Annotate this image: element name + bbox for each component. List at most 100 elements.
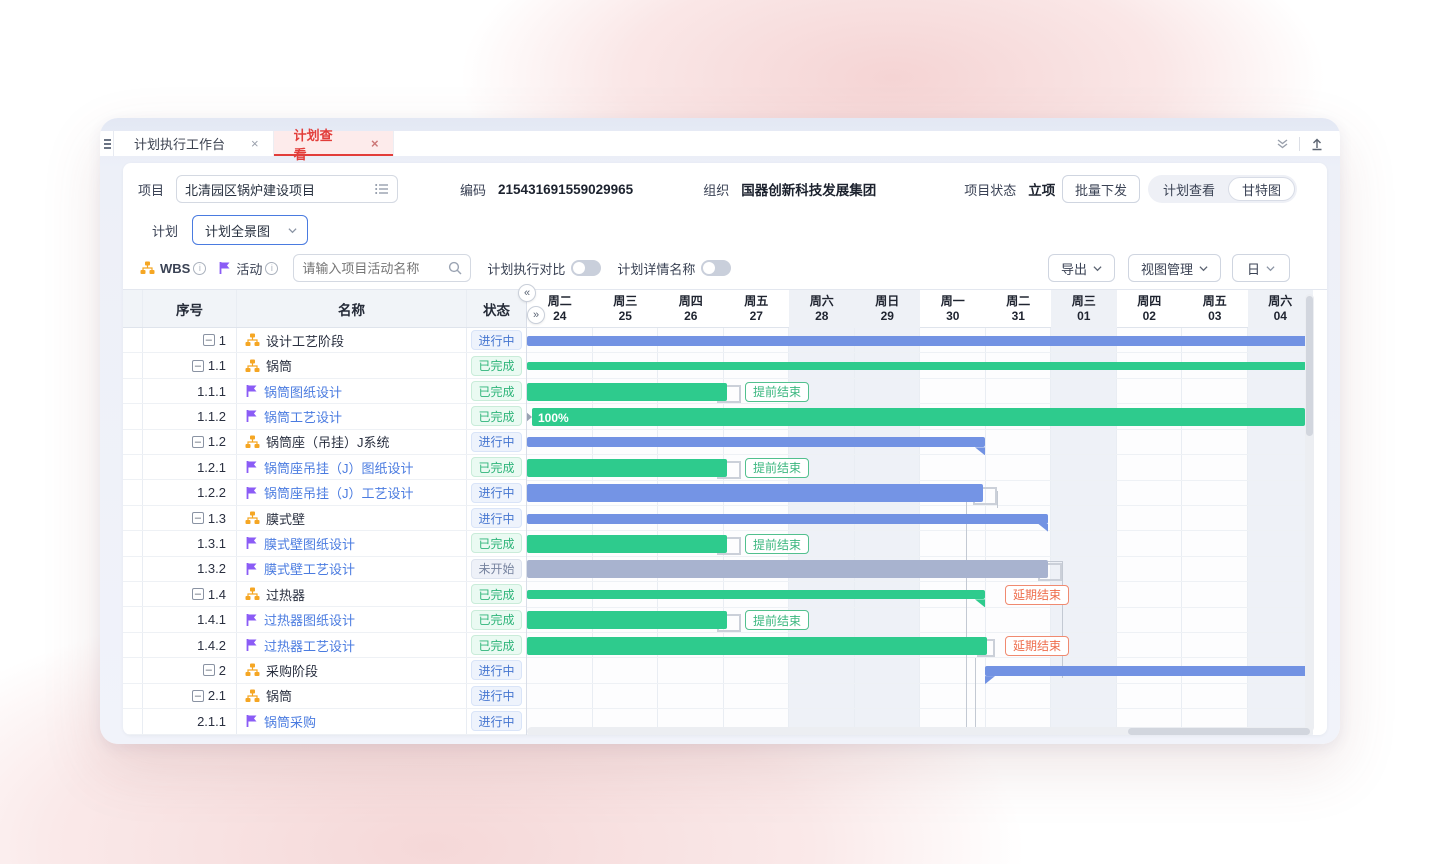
- compare-toggle-label: 计划执行对比: [487, 259, 565, 278]
- status-badge: 已完成: [471, 635, 521, 655]
- gantt-bar[interactable]: [527, 362, 1306, 370]
- table-row[interactable]: –1.4过热器已完成: [123, 582, 526, 607]
- info-icon[interactable]: i: [265, 262, 278, 275]
- collapse-toggle-icon[interactable]: –: [192, 512, 204, 524]
- row-name[interactable]: 锅筒座（吊挂）J系统: [266, 432, 390, 451]
- table-row[interactable]: 1.1.2锅筒工艺设计已完成: [123, 404, 526, 429]
- row-name[interactable]: 膜式壁图纸设计: [264, 534, 355, 553]
- status-badge: 已完成: [471, 610, 521, 630]
- view-switch-plan-view[interactable]: 计划查看: [1150, 177, 1228, 201]
- table-row[interactable]: 1.3.2膜式壁工艺设计未开始: [123, 557, 526, 582]
- gantt-bar[interactable]: [527, 535, 727, 553]
- gantt-bar[interactable]: [527, 383, 727, 401]
- row-name[interactable]: 过热器: [266, 585, 305, 604]
- table-row[interactable]: –1.1锅筒已完成: [123, 353, 526, 378]
- gantt-bar[interactable]: [527, 637, 987, 655]
- chevron-double-down-icon[interactable]: [1276, 138, 1289, 150]
- gantt-bar[interactable]: [985, 666, 1313, 676]
- table-row[interactable]: 1.2.2锅筒座吊挂（J）工艺设计进行中: [123, 480, 526, 505]
- gantt-bar[interactable]: [527, 590, 985, 599]
- table-row[interactable]: –2.2锅筒座（吊挂）进行中: [123, 735, 526, 736]
- gantt-bar[interactable]: [527, 611, 727, 629]
- table-row[interactable]: 1.2.1锅筒座吊挂（J）图纸设计已完成: [123, 455, 526, 480]
- row-name[interactable]: 锅筒: [266, 686, 292, 705]
- code-label: 编码: [460, 180, 486, 199]
- dependency-connector: [1062, 561, 1063, 678]
- close-icon[interactable]: ×: [251, 136, 259, 151]
- horizontal-scrollbar-thumb[interactable]: [1128, 728, 1310, 735]
- row-name[interactable]: 锅筒图纸设计: [264, 382, 342, 401]
- table-row[interactable]: –2采购阶段进行中: [123, 658, 526, 683]
- collapse-toggle-icon[interactable]: –: [192, 690, 204, 702]
- table-row[interactable]: –2.1锅筒进行中: [123, 684, 526, 709]
- table-row[interactable]: 2.1.1锅筒采购进行中: [123, 709, 526, 734]
- row-seq: 1.1.2: [197, 409, 226, 424]
- table-row[interactable]: 1.3.1膜式壁图纸设计已完成: [123, 531, 526, 556]
- search-input[interactable]: [302, 261, 448, 276]
- list-select-icon[interactable]: [375, 183, 389, 195]
- gantt-bar[interactable]: 100%: [532, 408, 1305, 426]
- compare-toggle[interactable]: [571, 260, 601, 276]
- gantt-early-finish-badge: 提前结束: [745, 382, 809, 402]
- tab-plan-workbench[interactable]: 计划执行工作台 ×: [114, 131, 274, 156]
- row-gridline: [527, 556, 1313, 557]
- info-icon[interactable]: i: [193, 262, 206, 275]
- expand-right-icon[interactable]: »: [527, 306, 545, 324]
- collapse-toggle-icon[interactable]: –: [203, 664, 215, 676]
- time-scale-button[interactable]: 日: [1232, 254, 1290, 282]
- row-name[interactable]: 锅筒工艺设计: [264, 407, 342, 426]
- search-icon[interactable]: [448, 261, 462, 275]
- horizontal-scrollbar[interactable]: [527, 727, 1313, 735]
- row-name[interactable]: 采购阶段: [266, 661, 318, 680]
- divider: [1299, 137, 1300, 151]
- project-name-input[interactable]: [185, 182, 375, 197]
- row-status-cell: 已完成: [467, 353, 526, 377]
- row-name[interactable]: 设计工艺阶段: [266, 331, 344, 350]
- gantt-bar[interactable]: [527, 336, 1313, 346]
- gantt-bar[interactable]: [527, 484, 983, 502]
- row-name-cell: 锅筒座吊挂（J）工艺设计: [237, 480, 467, 504]
- view-manage-button[interactable]: 视图管理: [1128, 254, 1221, 282]
- gantt-bar[interactable]: [527, 514, 1048, 524]
- collapse-left-icon[interactable]: «: [518, 284, 536, 302]
- export-button[interactable]: 导出: [1048, 254, 1115, 282]
- plan-select[interactable]: 计划全景图: [192, 215, 308, 245]
- close-icon[interactable]: ×: [371, 136, 379, 151]
- collapse-toggle-icon[interactable]: –: [192, 360, 204, 372]
- row-name[interactable]: 过热器工艺设计: [264, 636, 355, 655]
- activity-icon: [245, 460, 258, 474]
- gantt-bar[interactable]: [527, 437, 985, 447]
- row-name[interactable]: 过热器图纸设计: [264, 610, 355, 629]
- table-row[interactable]: –1设计工艺阶段进行中: [123, 328, 526, 353]
- row-name[interactable]: 膜式壁: [266, 509, 305, 528]
- collapse-toggle-icon[interactable]: –: [192, 588, 204, 600]
- table-row[interactable]: –1.3膜式壁进行中: [123, 506, 526, 531]
- row-name[interactable]: 锅筒座吊挂（J）工艺设计: [264, 483, 414, 502]
- row-name[interactable]: 锅筒座吊挂（J）图纸设计: [264, 458, 414, 477]
- vertical-scrollbar[interactable]: [1305, 294, 1314, 732]
- vertical-scrollbar-thumb[interactable]: [1306, 296, 1313, 436]
- table-row[interactable]: 1.4.2过热器工艺设计已完成: [123, 633, 526, 658]
- gantt-bar[interactable]: [527, 459, 727, 477]
- gantt-early-finish-badge: 提前结束: [745, 610, 809, 630]
- project-select[interactable]: [176, 175, 398, 203]
- gantt-day-header: 周五27: [724, 290, 790, 328]
- plan-label: 计划: [152, 221, 178, 240]
- detail-toggle[interactable]: [701, 260, 731, 276]
- row-name[interactable]: 膜式壁工艺设计: [264, 559, 355, 578]
- table-row[interactable]: 1.1.1锅筒图纸设计已完成: [123, 379, 526, 404]
- activity-search[interactable]: [293, 254, 471, 282]
- row-name[interactable]: 锅筒采购: [264, 712, 316, 731]
- batch-issue-button[interactable]: 批量下发: [1062, 175, 1140, 203]
- table-row[interactable]: –1.2锅筒座（吊挂）J系统进行中: [123, 430, 526, 455]
- row-status-cell: 进行中: [467, 480, 526, 504]
- view-switch-gantt[interactable]: 甘特图: [1228, 177, 1295, 201]
- gantt-bar[interactable]: [527, 560, 1048, 578]
- tab-plan-view[interactable]: 计划查看 ×: [274, 131, 394, 156]
- table-row[interactable]: 1.4.1过热器图纸设计已完成: [123, 607, 526, 632]
- row-gutter-cell: [123, 709, 143, 733]
- collapse-toggle-icon[interactable]: –: [203, 334, 215, 346]
- upload-icon[interactable]: [1310, 137, 1324, 151]
- collapse-toggle-icon[interactable]: –: [192, 436, 204, 448]
- row-name[interactable]: 锅筒: [266, 356, 292, 375]
